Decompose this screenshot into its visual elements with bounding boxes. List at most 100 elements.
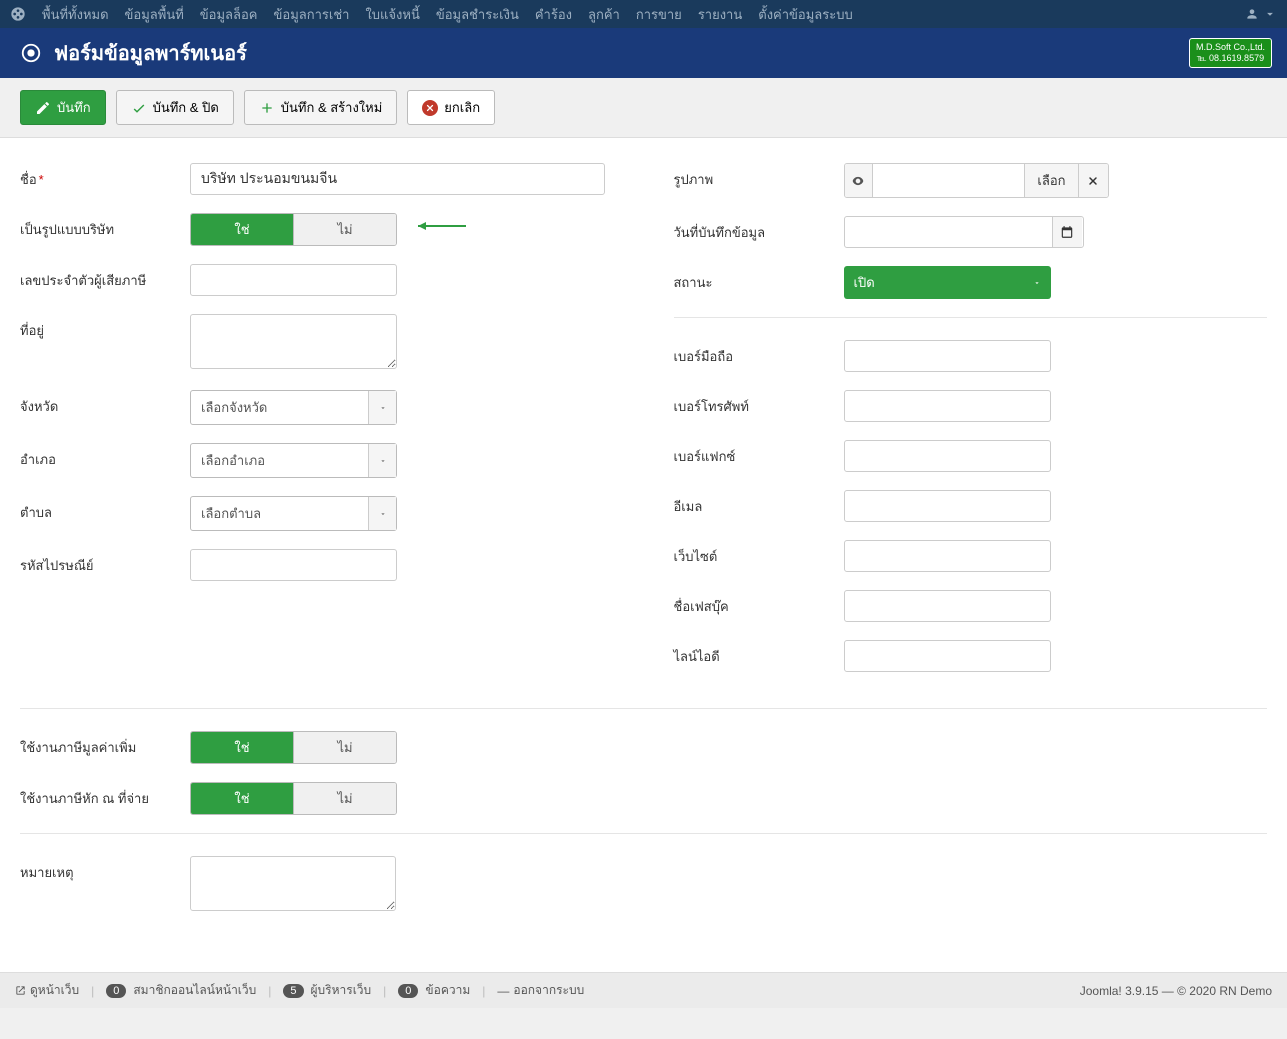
caret-down-icon <box>368 497 396 530</box>
messages-link[interactable]: 0ข้อความ <box>398 981 470 1000</box>
image-choose-button[interactable]: เลือก <box>1024 164 1077 197</box>
eye-icon[interactable] <box>845 164 873 197</box>
image-label: รูปภาพ <box>674 163 844 190</box>
caret-down-icon <box>368 444 396 477</box>
is-company-label: เป็นรูปแบบบริษัท <box>20 213 190 240</box>
image-path-input[interactable] <box>873 164 1025 197</box>
record-date-label: วันที่บันทึกข้อมูล <box>674 216 844 243</box>
website-input[interactable] <box>844 540 1051 572</box>
brand-phone: ℡ 08.1619.8579 <box>1196 53 1265 64</box>
nav-lock-data[interactable]: ข้อมูลล็อค <box>192 4 266 25</box>
page-header: ฟอร์มข้อมูลพาร์ทเนอร์ M.D.Soft Co.,Ltd. … <box>0 28 1287 78</box>
brand-badge: M.D.Soft Co.,Ltd. ℡ 08.1619.8579 <box>1189 38 1272 68</box>
caret-down-icon <box>368 391 396 424</box>
status-dropdown[interactable]: เปิด <box>844 266 1051 299</box>
right-column: รูปภาพ เลือก วันที่บันทึกข้อมูล <box>674 163 1268 690</box>
postcode-input[interactable] <box>190 549 397 581</box>
line-label: ไลน์ไอดี <box>674 640 844 667</box>
nav-reports[interactable]: รายงาน <box>690 4 750 25</box>
mobile-label: เบอร์มือถือ <box>674 340 844 367</box>
radio-target-icon <box>20 42 42 64</box>
admins-link[interactable]: 5ผู้บริหารเว็บ <box>283 981 371 1000</box>
preview-site-link[interactable]: ดูหน้าเว็บ <box>15 981 79 1000</box>
email-label: อีเมล <box>674 490 844 517</box>
email-input[interactable] <box>844 490 1051 522</box>
fax-input[interactable] <box>844 440 1051 472</box>
tax-id-label: เลขประจำตัวผู้เสียภาษี <box>20 264 190 291</box>
left-column: ชื่อ* เป็นรูปแบบบริษัท ใช่ ไม่ เลขประจำต… <box>20 163 614 690</box>
facebook-input[interactable] <box>844 590 1051 622</box>
x-circle-icon <box>422 100 438 116</box>
phone-label: เบอร์โทรศัพท์ <box>674 390 844 417</box>
vat-no[interactable]: ไม่ <box>293 732 396 763</box>
vat-switch[interactable]: ใช่ ไม่ <box>190 731 397 764</box>
check-icon <box>131 100 147 116</box>
name-input[interactable] <box>190 163 605 195</box>
calendar-button[interactable] <box>1052 217 1082 247</box>
postcode-label: รหัสไปรษณีย์ <box>20 549 190 576</box>
fax-label: เบอร์แฟกซ์ <box>674 440 844 467</box>
date-picker <box>844 216 1084 248</box>
divider <box>20 833 1267 834</box>
wht-label: ใช้งานภาษีหัก ณ ที่จ่าย <box>20 782 190 809</box>
province-select[interactable]: เลือกจังหวัด <box>190 390 397 425</box>
page-title: ฟอร์มข้อมูลพาร์ทเนอร์ <box>54 37 247 69</box>
divider <box>20 708 1267 709</box>
pencil-icon <box>35 100 51 116</box>
status-label: สถานะ <box>674 266 844 293</box>
save-button[interactable]: บันทึก <box>20 90 106 125</box>
phone-input[interactable] <box>844 390 1051 422</box>
calendar-icon <box>1060 225 1074 239</box>
joomla-logo-icon <box>10 6 26 22</box>
wht-no[interactable]: ไม่ <box>293 783 396 814</box>
save-new-button[interactable]: บันทึก & สร้างใหม่ <box>244 90 398 125</box>
line-input[interactable] <box>844 640 1051 672</box>
wht-yes[interactable]: ใช่ <box>191 783 293 814</box>
caret-down-icon <box>1023 266 1051 299</box>
mobile-input[interactable] <box>844 340 1051 372</box>
is-company-switch[interactable]: ใช่ ไม่ <box>190 213 397 246</box>
nav-payments[interactable]: ข้อมูลชำระเงิน <box>428 4 527 25</box>
nav-requests[interactable]: คำร้อง <box>527 4 580 25</box>
version-copyright: Joomla! 3.9.15 — © 2020 RN Demo <box>1080 984 1272 998</box>
tax-id-input[interactable] <box>190 264 397 296</box>
toolbar: บันทึก บันทึก & ปิด บันทึก & สร้างใหม่ ย… <box>0 78 1287 138</box>
province-label: จังหวัด <box>20 390 190 417</box>
nav-rental-data[interactable]: ข้อมูลการเช่า <box>266 4 358 25</box>
website-label: เว็บไซต์ <box>674 540 844 567</box>
subdistrict-label: ตำบล <box>20 496 190 523</box>
nav-settings[interactable]: ตั้งค่าข้อมูลระบบ <box>750 4 861 25</box>
external-link-icon <box>15 985 26 996</box>
nav-invoices[interactable]: ใบแจ้งหนี้ <box>357 4 427 25</box>
nav-customers[interactable]: ลูกค้า <box>580 4 628 25</box>
arrow-hint-icon <box>408 219 468 236</box>
footer: ดูหน้าเว็บ | 0สมาชิกออนไลน์หน้าเว็บ | 5ผ… <box>0 972 1287 1008</box>
nav-sales[interactable]: การขาย <box>628 4 690 25</box>
address-label: ที่อยู่ <box>20 314 190 341</box>
wht-switch[interactable]: ใช่ ไม่ <box>190 782 397 815</box>
is-company-yes[interactable]: ใช่ <box>191 214 293 245</box>
top-nav: พื้นที่ทั้งหมด ข้อมูลพื้นที่ ข้อมูลล็อค … <box>0 0 1287 28</box>
save-close-button[interactable]: บันทึก & ปิด <box>116 90 234 125</box>
address-input[interactable] <box>190 314 397 369</box>
nav-area-data[interactable]: ข้อมูลพื้นที่ <box>117 4 192 25</box>
subdistrict-select[interactable]: เลือกตำบล <box>190 496 397 531</box>
divider <box>674 317 1268 318</box>
user-menu[interactable] <box>1245 7 1277 21</box>
plus-icon <box>259 100 275 116</box>
is-company-no[interactable]: ไม่ <box>293 214 396 245</box>
image-picker: เลือก <box>844 163 1109 198</box>
vat-label: ใช้งานภาษีมูลค่าเพิ่ม <box>20 731 190 758</box>
logout-link[interactable]: — ออกจากระบบ <box>497 981 584 1000</box>
note-input[interactable] <box>190 856 396 911</box>
district-select[interactable]: เลือกอำเภอ <box>190 443 397 478</box>
brand-name: M.D.Soft Co.,Ltd. <box>1196 42 1265 53</box>
date-input[interactable] <box>845 217 1052 247</box>
nav-area-all[interactable]: พื้นที่ทั้งหมด <box>34 4 117 25</box>
cancel-button[interactable]: ยกเลิก <box>407 90 495 125</box>
district-label: อำเภอ <box>20 443 190 470</box>
visitors-link[interactable]: 0สมาชิกออนไลน์หน้าเว็บ <box>106 981 256 1000</box>
image-clear-button[interactable] <box>1078 164 1108 197</box>
vat-yes[interactable]: ใช่ <box>191 732 293 763</box>
user-icon <box>1245 7 1259 21</box>
